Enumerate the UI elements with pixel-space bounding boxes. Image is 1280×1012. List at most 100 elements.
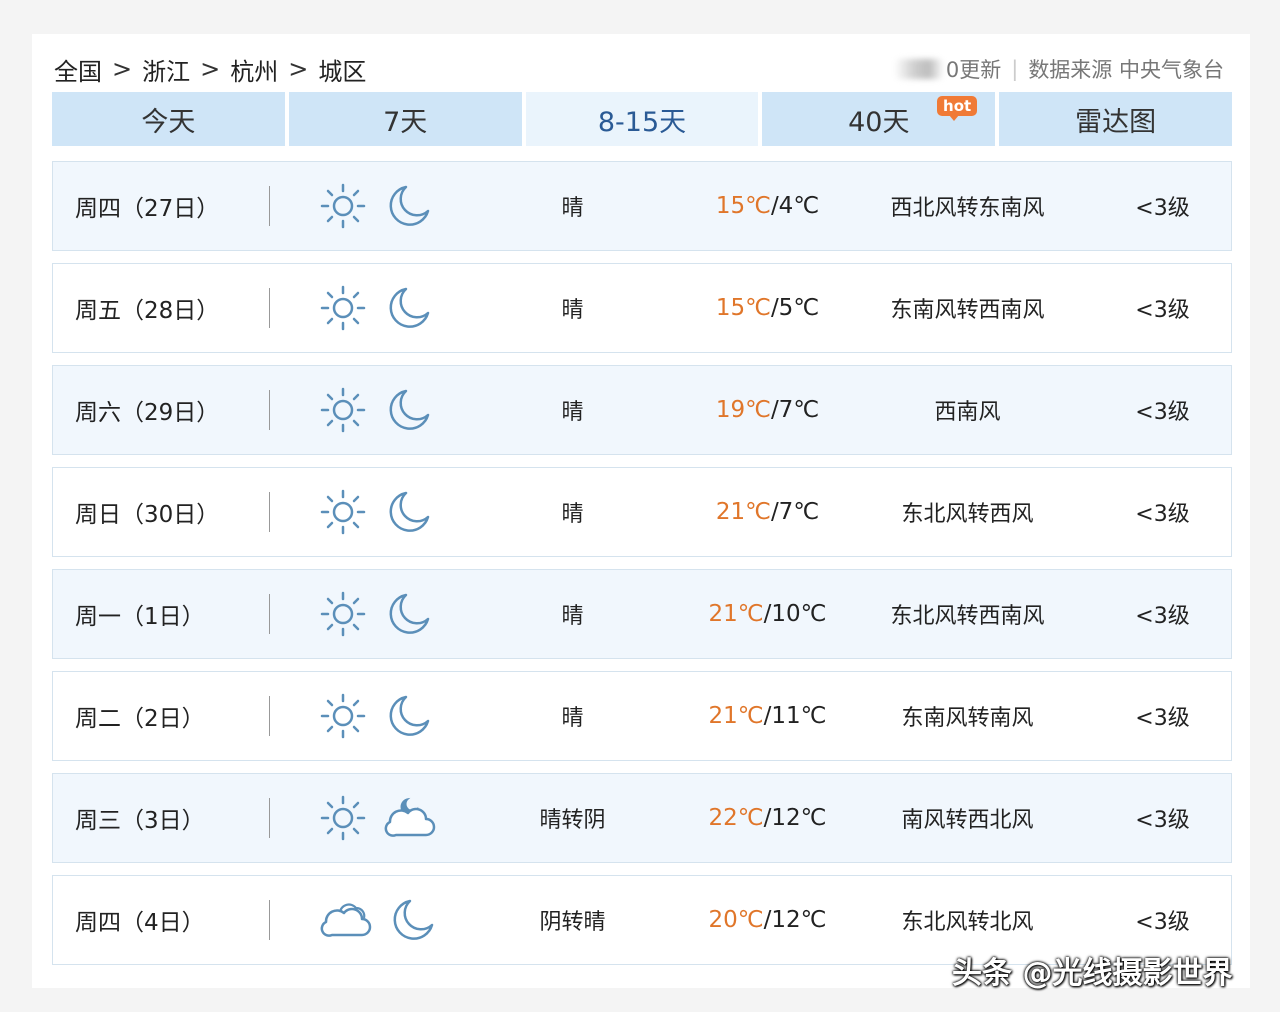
wind-level: <3级 <box>1135 298 1190 323</box>
top-bar: 全国 > 浙江 > 杭州 > 城区 0更新 | 数据来源 中央气象台 <box>54 52 1224 86</box>
moon-icon <box>384 691 434 741</box>
low-temp: /11℃ <box>763 703 827 729</box>
tab-label: 40天 <box>848 106 910 138</box>
forecast-row: 周一（1日） 晴 21℃/10℃ 东北风转西南风 <3级 <box>52 569 1232 659</box>
tab-today[interactable]: 今天 <box>52 92 285 146</box>
source-divider: | <box>1011 57 1019 81</box>
day-date: 周六（29日） <box>75 400 220 426</box>
breadcrumb: 全国 > 浙江 > 杭州 > 城区 <box>54 52 366 87</box>
low-temp: /12℃ <box>763 805 827 831</box>
day-date: 周四（4日） <box>75 910 205 936</box>
forecast-row: 周二（2日） 晴 21℃/11℃ 东南风转南风 <3级 <box>52 671 1232 761</box>
temperature: 21℃/7℃ <box>695 499 840 525</box>
low-temp: /12℃ <box>763 907 827 933</box>
low-temp: /10℃ <box>763 601 827 627</box>
wind-level: <3级 <box>1135 604 1190 629</box>
wind-direction: 东南风转南风 <box>901 706 1034 731</box>
weather-icons <box>270 895 450 945</box>
breadcrumb-separator: > <box>112 55 133 83</box>
moon-icon <box>384 283 434 333</box>
hot-badge: hot <box>937 96 978 121</box>
weather-icons <box>270 589 450 639</box>
forecast-row: 周五（28日） 晴 15℃/5℃ 东南风转西南风 <3级 <box>52 263 1232 353</box>
weather-condition: 晴 <box>561 196 584 221</box>
tab-40-days[interactable]: 40天 hot <box>762 92 996 146</box>
cloudy-night-icon <box>384 793 438 843</box>
weather-condition: 晴 <box>561 502 584 527</box>
tab-label: 雷达图 <box>1075 106 1157 138</box>
forecast-row: 周三（3日） 晴转阴 22℃/12℃ 南风转西北风 <3级 <box>52 773 1232 863</box>
weather-icons <box>270 181 450 231</box>
update-time-text: 0更新 <box>945 58 1002 82</box>
low-temp: /7℃ <box>770 397 820 423</box>
low-temp: /4℃ <box>770 193 820 219</box>
breadcrumb-item-district: 城区 <box>318 57 367 86</box>
forecast-row: 周四（27日） 晴 15℃/4℃ 西北风转东南风 <3级 <box>52 161 1232 251</box>
low-temp: /5℃ <box>770 295 820 321</box>
wind-level: <3级 <box>1135 910 1190 935</box>
breadcrumb-separator: > <box>200 55 221 83</box>
moon-icon <box>384 589 434 639</box>
moon-icon <box>384 487 434 537</box>
sun-icon <box>318 691 368 741</box>
sun-icon <box>318 487 368 537</box>
low-temp: /7℃ <box>770 499 820 525</box>
tab-label: 7天 <box>383 106 428 138</box>
high-temp: 22℃ <box>708 805 764 831</box>
wind-direction: 南风转西北风 <box>901 808 1034 833</box>
weather-condition: 晴 <box>561 298 584 323</box>
tab-8-15-days[interactable]: 8-15天 <box>525 92 759 146</box>
wind-direction: 东北风转西风 <box>901 502 1034 527</box>
high-temp: 21℃ <box>708 601 764 627</box>
blurred-update-time <box>893 59 944 79</box>
breadcrumb-item-country[interactable]: 全国 <box>54 52 102 87</box>
wind-level: <3级 <box>1135 502 1190 527</box>
watermark: 头条 @光线摄影世界 <box>952 956 1233 991</box>
weather-icons <box>270 283 450 333</box>
tab-label: 8-15天 <box>597 106 687 138</box>
temperature: 22℃/12℃ <box>695 805 840 831</box>
high-temp: 20℃ <box>708 907 764 933</box>
wind-level: <3级 <box>1135 196 1190 221</box>
sun-icon <box>318 385 368 435</box>
cloud-icon <box>318 895 372 945</box>
wind-level: <3级 <box>1135 400 1190 425</box>
wind-direction: 东北风转北风 <box>901 910 1034 935</box>
wind-direction: 东南风转西南风 <box>890 298 1045 323</box>
day-date: 周四（27日） <box>75 196 220 222</box>
data-source-label: 数据来源 中央气象台 <box>1028 58 1224 82</box>
forecast-row: 周六（29日） 晴 19℃/7℃ 西南风 <3级 <box>52 365 1232 455</box>
weather-icons <box>270 793 450 843</box>
weather-condition: 晴 <box>561 400 584 425</box>
high-temp: 15℃ <box>715 295 771 321</box>
tab-label: 今天 <box>141 106 196 138</box>
breadcrumb-item-city[interactable]: 杭州 <box>230 52 278 87</box>
high-temp: 21℃ <box>708 703 764 729</box>
high-temp: 19℃ <box>715 397 771 423</box>
weather-condition: 晴 <box>561 604 584 629</box>
temperature: 15℃/4℃ <box>695 193 840 219</box>
sun-icon <box>318 283 368 333</box>
moon-icon <box>388 895 438 945</box>
sun-icon <box>318 181 368 231</box>
tab-radar[interactable]: 雷达图 <box>999 92 1232 146</box>
forecast-row: 周日（30日） 晴 21℃/7℃ 东北风转西风 <3级 <box>52 467 1232 557</box>
breadcrumb-item-province[interactable]: 浙江 <box>142 52 190 87</box>
moon-icon <box>384 385 434 435</box>
temperature: 21℃/10℃ <box>695 601 840 627</box>
wind-direction: 西南风 <box>934 400 1001 425</box>
high-temp: 21℃ <box>715 499 771 525</box>
day-date: 周日（30日） <box>75 502 220 528</box>
sun-icon <box>318 793 368 843</box>
moon-icon <box>384 181 434 231</box>
day-date: 周二（2日） <box>75 706 205 732</box>
forecast-card: 全国 > 浙江 > 杭州 > 城区 0更新 | 数据来源 中央气象台 今天 7天… <box>32 34 1250 988</box>
sun-icon <box>318 589 368 639</box>
tab-7-days[interactable]: 7天 <box>288 92 522 146</box>
forecast-tabs: 今天 7天 8-15天 40天 hot 雷达图 <box>52 92 1232 146</box>
temperature: 21℃/11℃ <box>695 703 840 729</box>
temperature: 20℃/12℃ <box>695 907 840 933</box>
day-date: 周一（1日） <box>75 604 205 630</box>
data-source-info: 0更新 | 数据来源 中央气象台 <box>893 54 1224 84</box>
high-temp: 15℃ <box>715 193 771 219</box>
